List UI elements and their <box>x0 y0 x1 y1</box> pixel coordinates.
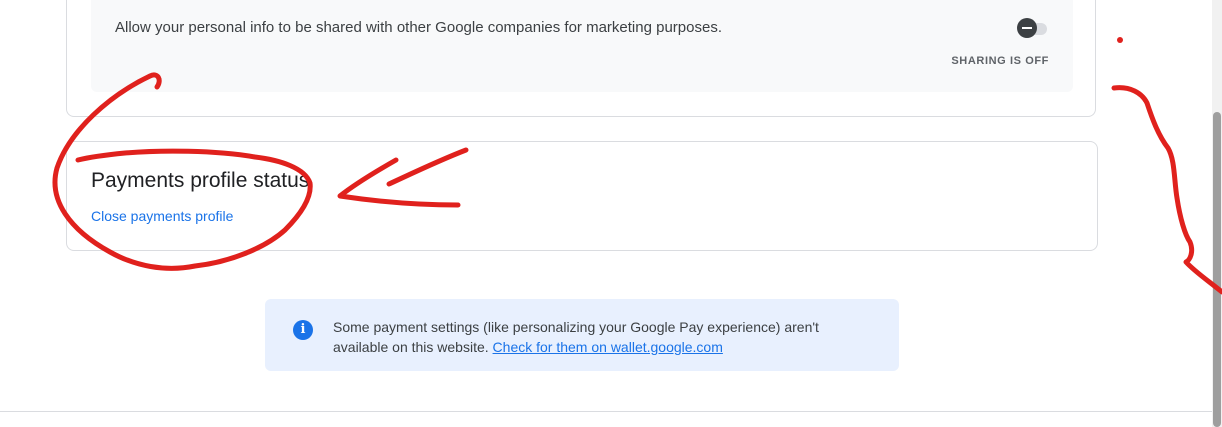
info-banner: i Some payment settings (like personaliz… <box>265 299 899 371</box>
toggle-off-icon <box>1017 18 1037 38</box>
scrollbar-thumb[interactable] <box>1213 112 1221 427</box>
info-icon: i <box>293 320 313 340</box>
sharing-description: Allow your personal info to be shared wi… <box>115 19 722 36</box>
scrollbar[interactable] <box>1212 0 1222 427</box>
annotation-dot <box>1117 37 1123 43</box>
payments-settings-page: Allow your personal info to be shared wi… <box>0 0 1222 427</box>
sharing-toggle[interactable] <box>1011 18 1051 40</box>
info-banner-text: Some payment settings (like personalizin… <box>333 317 873 357</box>
sharing-panel: Allow your personal info to be shared wi… <box>91 0 1073 92</box>
payments-profile-status-card: Payments profile status Close payments p… <box>66 141 1098 251</box>
sharing-card: Allow your personal info to be shared wi… <box>66 0 1096 117</box>
sharing-status-label: SHARING IS OFF <box>951 55 1049 67</box>
close-payments-profile-link[interactable]: Close payments profile <box>91 208 233 224</box>
payments-profile-status-title: Payments profile status <box>91 169 310 192</box>
wallet-google-link[interactable]: Check for them on wallet.google.com <box>493 339 723 355</box>
footer-divider <box>0 411 1212 412</box>
annotation-curve-right <box>1111 85 1222 295</box>
